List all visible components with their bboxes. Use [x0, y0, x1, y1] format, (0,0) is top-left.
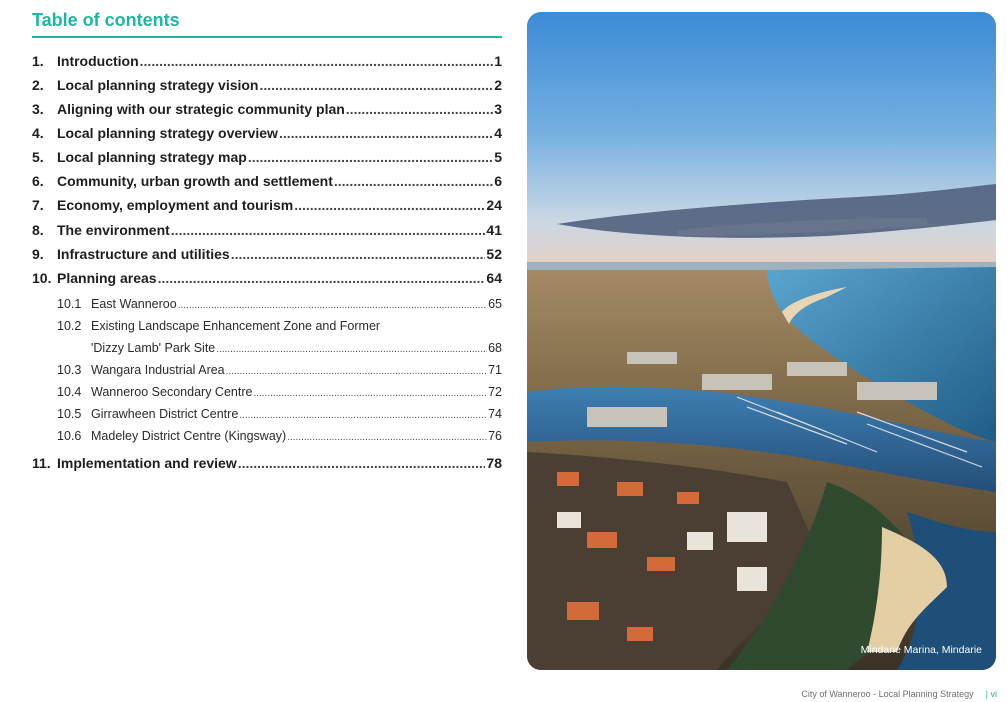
- toc-leader-dots: ........................................…: [230, 246, 486, 262]
- toc-leader-dots: ........................................…: [345, 101, 493, 117]
- toc-entry[interactable]: 3. Aligning with our strategic community …: [32, 101, 502, 121]
- toc-entry[interactable]: 10.4 Wanneroo Secondary Centre...........…: [32, 385, 502, 403]
- toc-entry-number: 4.: [32, 125, 44, 141]
- toc-entry-number: 1.: [32, 53, 44, 69]
- toc-leader-dots: ........................................…: [253, 388, 487, 399]
- toc-entry-label: Wanneroo Secondary Centre: [91, 385, 253, 399]
- toc-entry-number: 6.: [32, 173, 44, 189]
- toc-leader-dots: ........................................…: [278, 125, 494, 141]
- toc-entry[interactable]: 'Dizzy Lamb' Park Site..................…: [32, 341, 502, 359]
- toc-leader-dots: ........................................…: [139, 53, 494, 69]
- toc-leader-dots: ........................................…: [170, 222, 486, 238]
- toc-entry[interactable]: 10. Planning areas.......................…: [32, 270, 502, 290]
- toc-entry-number: 10.4: [57, 385, 82, 399]
- toc-entry[interactable]: 7. Economy, employment and tourism.......…: [32, 197, 502, 217]
- toc-leader-dots: ........................................…: [157, 270, 486, 286]
- toc-entry-page: 24: [486, 197, 502, 213]
- toc-entry-page: 78: [486, 455, 502, 471]
- toc-entry-page: 71: [488, 363, 502, 377]
- footer-text: City of Wanneroo - Local Planning Strate…: [801, 689, 974, 699]
- toc-entry-label: Local planning strategy vision: [57, 77, 259, 93]
- toc-leader-dots: ........................................…: [287, 432, 488, 443]
- toc-leader-dots: ........................................…: [225, 366, 487, 377]
- marina-photo: Mindarie Marina, Mindarie: [527, 12, 996, 670]
- toc-entry[interactable]: 5. Local planning strategy map...........…: [32, 149, 502, 169]
- toc-entry-label: 'Dizzy Lamb' Park Site: [91, 341, 216, 355]
- toc-leader-dots: ........................................…: [333, 173, 494, 189]
- toc-leader-dots: ........................................…: [294, 197, 485, 213]
- toc-entry-page: 65: [488, 297, 502, 311]
- table-of-contents: Table of contents 1. Introduction........…: [32, 8, 502, 471]
- toc-entry[interactable]: 1. Introduction..........................…: [32, 53, 502, 73]
- toc-entry-number: 5.: [32, 149, 44, 165]
- toc-entry-page: 76: [488, 429, 502, 443]
- toc-entry[interactable]: 2. Local planning strategy vision........…: [32, 77, 502, 97]
- toc-entry-number: 10.: [32, 270, 52, 286]
- toc-entry[interactable]: 10.1 East Wanneroo.......................…: [32, 297, 502, 315]
- toc-entry-label: Wangara Industrial Area: [91, 363, 225, 377]
- toc-entry-page: 68: [488, 341, 502, 355]
- title-divider: [32, 36, 502, 38]
- toc-entry-number: 2.: [32, 77, 44, 93]
- toc-entry-label: Madeley District Centre (Kingsway): [91, 429, 287, 443]
- toc-entry-page: 2: [494, 77, 502, 93]
- toc-entry-page: 41: [486, 222, 502, 238]
- toc-entry-label: Introduction: [57, 53, 139, 69]
- toc-entry-label: Girrawheen District Centre: [91, 407, 239, 421]
- toc-entry-number: 11.: [32, 455, 51, 471]
- toc-entry-label: Local planning strategy map: [57, 149, 247, 165]
- toc-entry-label: Infrastructure and utilities: [57, 246, 230, 262]
- page-footer: City of Wanneroo - Local Planning Strate…: [801, 689, 997, 699]
- toc-entry-label: Aligning with our strategic community pl…: [57, 101, 345, 117]
- toc-entry[interactable]: 10.3 Wangara Industrial Area.............…: [32, 363, 502, 381]
- toc-entry-page: 3: [494, 101, 502, 117]
- toc-title: Table of contents: [32, 10, 180, 30]
- toc-entry-number: 10.3: [57, 363, 82, 377]
- toc-entry[interactable]: 4. Local planning strategy overview......…: [32, 125, 502, 145]
- toc-entry-label: The environment: [57, 222, 170, 238]
- toc-leader-dots: ........................................…: [239, 410, 487, 421]
- toc-entry-page: 72: [488, 385, 502, 399]
- toc-entry-number: 10.5: [57, 407, 82, 421]
- toc-entry-label: Community, urban growth and settlement: [57, 173, 333, 189]
- toc-entry-label: Local planning strategy overview: [57, 125, 278, 141]
- toc-entry-number: 8.: [32, 222, 44, 238]
- toc-leader-dots: ........................................…: [216, 344, 487, 355]
- toc-entry-number: 7.: [32, 197, 44, 213]
- toc-entry-page: 64: [486, 270, 502, 286]
- toc-entry-number: 10.2: [57, 319, 82, 333]
- toc-entry-label: Planning areas: [57, 270, 157, 286]
- toc-leader-dots: ........................................…: [237, 455, 486, 471]
- toc-entry-number: 10.6: [57, 429, 82, 443]
- toc-entry-label: East Wanneroo: [91, 297, 177, 311]
- toc-entry-number: 9.: [32, 246, 44, 262]
- toc-entry-number: 10.1: [57, 297, 82, 311]
- toc-leader-dots: ........................................…: [247, 149, 493, 165]
- toc-entry[interactable]: 11. Implementation and review............…: [32, 455, 502, 475]
- toc-entry[interactable]: 10.5 Girrawheen District Centre..........…: [32, 407, 502, 425]
- toc-entry-page: 4: [494, 125, 502, 141]
- photo-caption: Mindarie Marina, Mindarie: [860, 644, 982, 656]
- toc-entry-label: Implementation and review: [57, 455, 237, 471]
- page-number: | vi: [985, 689, 997, 699]
- toc-leader-dots: ........................................…: [177, 300, 488, 311]
- toc-entry[interactable]: 9. Infrastructure and utilities..........…: [32, 246, 502, 266]
- toc-entry-page: 5: [494, 149, 502, 165]
- toc-entry[interactable]: 6. Community, urban growth and settlement…: [32, 173, 502, 193]
- toc-entry-label: Existing Landscape Enhancement Zone and …: [91, 319, 381, 333]
- toc-leader-dots: ........................................…: [259, 77, 493, 93]
- toc-entry-label: Economy, employment and tourism: [57, 197, 294, 213]
- aerial-marina-image: [527, 12, 996, 670]
- toc-entry-page: 6: [494, 173, 502, 189]
- toc-entry-page: 74: [488, 407, 502, 421]
- toc-entry[interactable]: 8. The environment.......................…: [32, 222, 502, 242]
- toc-entry[interactable]: 10.6 Madeley District Centre (Kingsway)..…: [32, 429, 502, 447]
- toc-entry-page: 1: [494, 53, 502, 69]
- toc-entry-number: 3.: [32, 101, 44, 117]
- toc-entry[interactable]: 10.2 Existing Landscape Enhancement Zone …: [32, 319, 502, 337]
- toc-entry-page: 52: [486, 246, 502, 262]
